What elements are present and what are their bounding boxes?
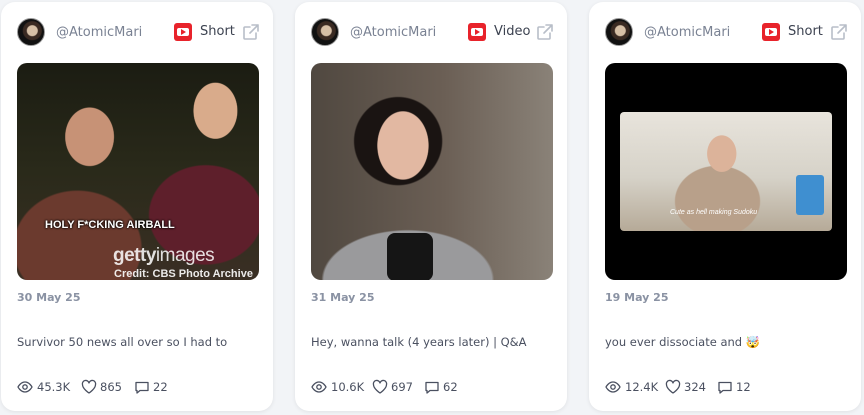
post-title[interactable]: you ever dissociate and 🤯 [605, 335, 760, 349]
youtube-icon [762, 23, 780, 41]
views-count: 10.6K [331, 380, 365, 394]
post-card[interactable]: @AtomicMari Short HOLY F*CKING AIRBALL g… [1, 2, 273, 411]
post-thumbnail[interactable]: Cute as hell making Sudoku [605, 63, 847, 280]
card-header: @AtomicMari Video [311, 18, 553, 48]
post-thumbnail[interactable]: HOLY F*CKING AIRBALL gettyimages Credit:… [17, 63, 259, 280]
eye-icon [605, 381, 621, 393]
external-link-icon[interactable] [829, 22, 849, 42]
post-date: 31 May 25 [311, 291, 375, 304]
avatar[interactable] [311, 18, 339, 46]
likes-count: 865 [100, 380, 122, 394]
watermark-logo: gettyimages [113, 245, 215, 266]
author-handle[interactable]: @AtomicMari [350, 25, 436, 40]
microphone-icon [387, 233, 433, 280]
author-handle[interactable]: @AtomicMari [644, 25, 730, 40]
post-title[interactable]: Hey, wanna talk (4 years later) | Q&A [311, 335, 527, 349]
post-thumbnail[interactable] [311, 63, 553, 280]
youtube-icon [174, 23, 192, 41]
post-date: 30 May 25 [17, 291, 81, 304]
card-header: @AtomicMari Short [605, 18, 847, 48]
card-header: @AtomicMari Short [17, 18, 259, 48]
post-type-label: Short [788, 24, 823, 39]
post-title[interactable]: Survivor 50 news all over so I had to [17, 335, 227, 349]
youtube-icon [468, 23, 486, 41]
external-link-icon[interactable] [241, 22, 261, 42]
author-handle[interactable]: @AtomicMari [56, 25, 142, 40]
likes-count: 324 [684, 380, 706, 394]
comments-count: 12 [736, 380, 751, 394]
comment-icon [718, 381, 732, 394]
milk-carton [796, 175, 824, 215]
comment-icon [135, 381, 149, 394]
post-card[interactable]: @AtomicMari Video 31 May 25 Hey, wanna t… [295, 2, 567, 411]
external-link-icon[interactable] [535, 22, 555, 42]
video-frame: Cute as hell making Sudoku [620, 112, 832, 231]
heart-icon [372, 379, 388, 394]
thumbnail-caption: Cute as hell making Sudoku [670, 209, 758, 216]
avatar[interactable] [17, 18, 45, 46]
views-count: 45.3K [37, 380, 71, 394]
comment-icon [425, 381, 439, 394]
eye-icon [311, 381, 327, 393]
likes-count: 697 [391, 380, 413, 394]
post-card[interactable]: @AtomicMari Short Cute as hell making Su… [589, 2, 861, 411]
post-type-label: Video [494, 24, 531, 39]
heart-icon [665, 379, 681, 394]
thumbnail-overlay-text: HOLY F*CKING AIRBALL [45, 219, 175, 231]
comments-count: 62 [443, 380, 458, 394]
post-date: 19 May 25 [605, 291, 669, 304]
heart-icon [81, 379, 97, 394]
comments-count: 22 [153, 380, 168, 394]
eye-icon [17, 381, 33, 393]
avatar[interactable] [605, 18, 633, 46]
post-type-label: Short [200, 24, 235, 39]
views-count: 12.4K [625, 380, 659, 394]
watermark-credit: Credit: CBS Photo Archive [114, 268, 253, 280]
